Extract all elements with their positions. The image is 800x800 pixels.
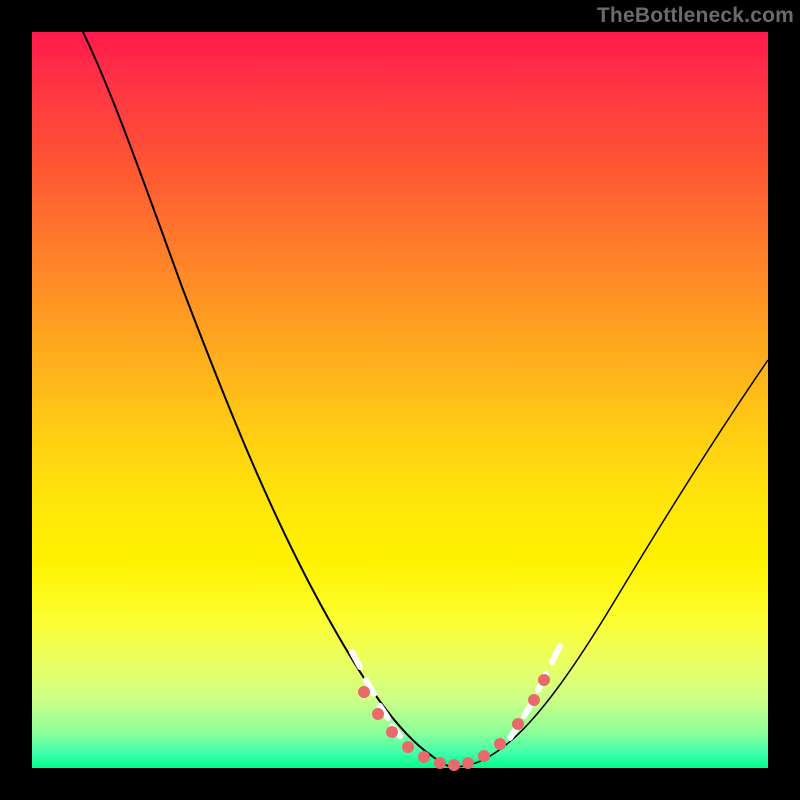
marker-dot [494,738,506,750]
marker-dot [402,741,414,753]
marker-dot [478,750,490,762]
marker-dot [358,686,370,698]
bottom-markers [358,674,550,771]
marker-dot [462,757,474,769]
watermark-text: TheBottleneck.com [597,4,794,28]
marker-dot [448,759,460,771]
marker-dot [418,751,430,763]
curve-left [83,32,452,767]
chart-svg [32,32,768,768]
marker-dot [372,708,384,720]
dash [352,652,360,667]
marker-dot [434,757,446,769]
marker-dot [512,718,524,730]
marker-dot [538,674,550,686]
curve-right [452,360,768,767]
dash [552,646,560,662]
chart-frame: TheBottleneck.com [0,0,800,800]
marker-dot [528,694,540,706]
plot-area [32,32,768,768]
marker-dot [386,726,398,738]
